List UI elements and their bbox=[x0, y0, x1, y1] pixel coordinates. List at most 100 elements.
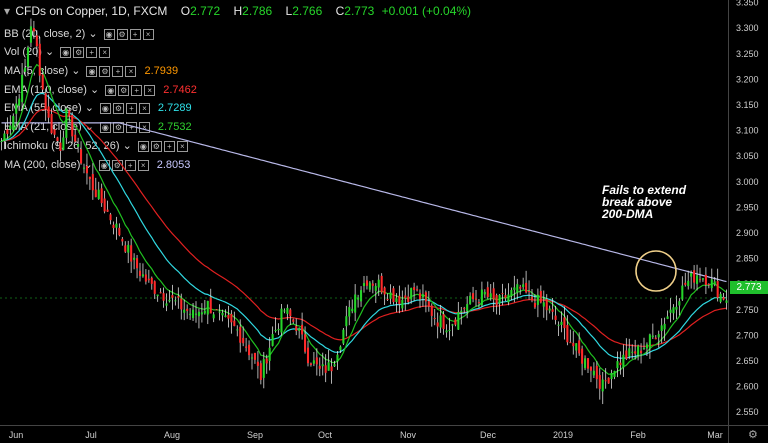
candle-body bbox=[545, 299, 548, 311]
candle-body bbox=[498, 294, 501, 304]
candle-body bbox=[513, 287, 516, 290]
candle-body bbox=[295, 325, 298, 331]
candle-body bbox=[584, 358, 587, 369]
candle-body bbox=[395, 298, 398, 302]
candle-body bbox=[65, 108, 68, 138]
candle-body bbox=[642, 348, 646, 350]
candle-body bbox=[165, 303, 168, 306]
candle-body bbox=[144, 274, 147, 282]
y-tick-label: 3.150 bbox=[736, 100, 759, 110]
y-tick-label: 2.850 bbox=[736, 254, 759, 264]
candle-body bbox=[578, 340, 581, 354]
candle-body bbox=[454, 319, 457, 325]
candle-body bbox=[424, 292, 427, 302]
candle-body bbox=[445, 330, 448, 333]
candle-body bbox=[162, 293, 165, 301]
candle-body bbox=[306, 347, 310, 364]
candle-body bbox=[613, 370, 616, 377]
candle-body bbox=[53, 129, 56, 135]
candle-body bbox=[460, 310, 463, 313]
candle-body bbox=[221, 312, 224, 316]
candle-body bbox=[242, 337, 245, 344]
candle-body bbox=[472, 293, 475, 300]
price-chart[interactable]: 3.350 3.300 3.250 3.200 3.150 3.100 3.050 3.000… bbox=[0, 0, 768, 443]
candle-body bbox=[245, 346, 248, 348]
candle-body bbox=[575, 343, 578, 351]
candle-body bbox=[259, 363, 262, 380]
candle-body bbox=[510, 290, 513, 296]
candle-body bbox=[519, 286, 522, 289]
candle-body bbox=[277, 328, 280, 331]
candle-body bbox=[351, 308, 354, 312]
candle-body bbox=[174, 300, 177, 302]
candle-body bbox=[522, 284, 525, 288]
candle-body bbox=[138, 270, 142, 276]
candle-body bbox=[12, 116, 15, 130]
y-tick-label: 3.350 bbox=[736, 0, 759, 8]
candle-body bbox=[360, 290, 363, 302]
candle-body bbox=[38, 43, 41, 76]
candle-body bbox=[616, 361, 619, 369]
ema55-line bbox=[1, 92, 727, 359]
candle-body bbox=[628, 348, 631, 357]
candle-body bbox=[330, 366, 333, 372]
x-tick-label: Sep bbox=[247, 430, 263, 440]
candle-body bbox=[507, 294, 510, 303]
candle-body bbox=[684, 282, 687, 285]
candle-body bbox=[304, 334, 307, 352]
candle-body bbox=[595, 365, 598, 380]
candle-body bbox=[298, 328, 301, 331]
candle-body bbox=[601, 379, 604, 392]
y-tick-label: 2.700 bbox=[736, 330, 759, 340]
x-tick-label: Dec bbox=[480, 430, 497, 440]
candle-body bbox=[610, 372, 613, 380]
candle-body bbox=[707, 284, 710, 286]
candle-body bbox=[530, 296, 534, 301]
candle-body bbox=[698, 279, 702, 281]
candle-body bbox=[669, 309, 672, 313]
candle-body bbox=[474, 298, 478, 300]
candle-body bbox=[274, 329, 277, 332]
candle-body bbox=[183, 309, 186, 313]
candle-body bbox=[121, 238, 124, 242]
y-tick-label: 2.900 bbox=[736, 228, 759, 238]
candle-body bbox=[88, 176, 91, 180]
x-tick-label: Jun bbox=[9, 430, 24, 440]
candle-body bbox=[253, 352, 256, 360]
candle-body bbox=[637, 345, 640, 356]
candle-body bbox=[118, 227, 121, 236]
candle-body bbox=[589, 366, 592, 371]
candle-body bbox=[722, 297, 725, 300]
x-tick-label: Aug bbox=[164, 430, 180, 440]
candle-body bbox=[133, 257, 136, 260]
candle-body bbox=[236, 329, 239, 331]
candle-body bbox=[283, 310, 286, 312]
candle-body bbox=[47, 106, 50, 118]
candle-body bbox=[71, 114, 74, 137]
candle-body bbox=[230, 313, 233, 323]
candle-body bbox=[592, 370, 595, 376]
candle-body bbox=[318, 365, 321, 369]
chart-settings-icon[interactable]: ⚙ bbox=[748, 428, 758, 441]
candle-body bbox=[268, 347, 271, 361]
candle-body bbox=[430, 305, 433, 316]
candle-body bbox=[339, 346, 342, 351]
candle-body bbox=[569, 342, 572, 344]
candle-body bbox=[32, 28, 35, 32]
candle-body bbox=[386, 298, 389, 300]
y-tick-label: 2.600 bbox=[736, 382, 759, 392]
candle-body bbox=[398, 295, 401, 305]
candle-body bbox=[451, 324, 454, 326]
candle-body bbox=[416, 289, 419, 291]
candle-body bbox=[651, 335, 654, 338]
candle-body bbox=[696, 275, 699, 284]
candle-body bbox=[701, 278, 704, 280]
candle-body bbox=[186, 308, 189, 311]
candle-body bbox=[301, 324, 304, 335]
candle-body bbox=[21, 74, 24, 103]
candle-body bbox=[82, 167, 86, 169]
candle-body bbox=[18, 98, 21, 106]
candle-body bbox=[280, 308, 283, 333]
candle-body bbox=[483, 291, 486, 295]
candle-body bbox=[0, 140, 3, 142]
